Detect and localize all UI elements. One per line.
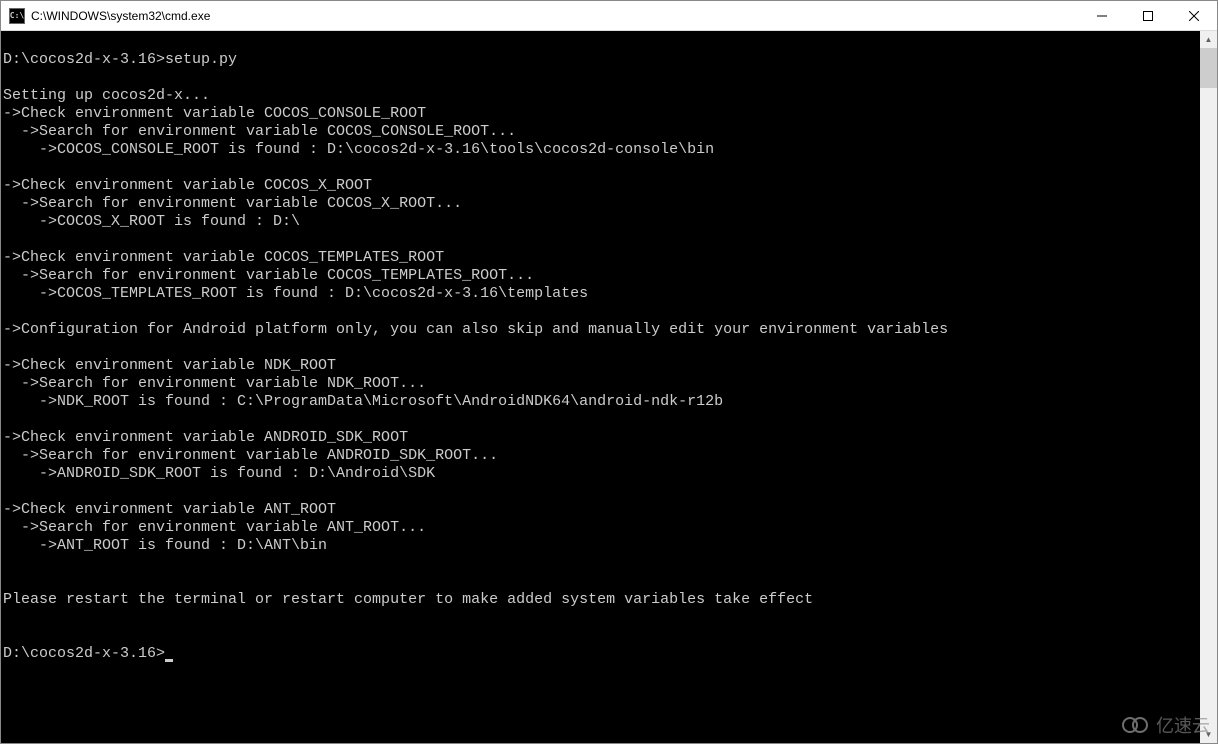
cursor-icon bbox=[165, 659, 173, 662]
terminal-line: ->Search for environment variable COCOS_… bbox=[3, 267, 1200, 285]
scroll-up-arrow[interactable]: ▲ bbox=[1200, 31, 1217, 48]
terminal-line: ->Check environment variable ANDROID_SDK… bbox=[3, 429, 1200, 447]
watermark-text: 亿速云 bbox=[1156, 712, 1210, 738]
watermark: 亿速云 bbox=[1122, 712, 1210, 738]
window-title: C:\WINDOWS\system32\cmd.exe bbox=[31, 9, 1079, 23]
terminal-line: ->ANDROID_SDK_ROOT is found : D:\Android… bbox=[3, 465, 1200, 483]
terminal-line bbox=[3, 555, 1200, 573]
terminal-line: ->Check environment variable COCOS_X_ROO… bbox=[3, 177, 1200, 195]
terminal-line bbox=[3, 303, 1200, 321]
terminal-line: ->Check environment variable ANT_ROOT bbox=[3, 501, 1200, 519]
vertical-scrollbar[interactable]: ▲ ▼ bbox=[1200, 31, 1217, 743]
terminal-line: Please restart the terminal or restart c… bbox=[3, 591, 1200, 609]
terminal-line: ->Search for environment variable COCOS_… bbox=[3, 123, 1200, 141]
terminal-line: ->Search for environment variable ANDROI… bbox=[3, 447, 1200, 465]
terminal-line bbox=[3, 69, 1200, 87]
terminal-line: Setting up cocos2d-x... bbox=[3, 87, 1200, 105]
terminal-line: ->ANT_ROOT is found : D:\ANT\bin bbox=[3, 537, 1200, 555]
terminal-line bbox=[3, 33, 1200, 51]
window-controls bbox=[1079, 1, 1217, 30]
prompt-text: D:\cocos2d-x-3.16> bbox=[3, 645, 165, 662]
terminal-line: ->COCOS_X_ROOT is found : D:\ bbox=[3, 213, 1200, 231]
terminal-line bbox=[3, 483, 1200, 501]
terminal-line bbox=[3, 627, 1200, 645]
terminal-line bbox=[3, 411, 1200, 429]
terminal-line: ->COCOS_CONSOLE_ROOT is found : D:\cocos… bbox=[3, 141, 1200, 159]
terminal-output[interactable]: D:\cocos2d-x-3.16>setup.py Setting up coc… bbox=[1, 31, 1200, 743]
terminal-line: ->Search for environment variable COCOS_… bbox=[3, 195, 1200, 213]
cmd-window: C:\ C:\WINDOWS\system32\cmd.exe D:\cocos… bbox=[0, 0, 1218, 744]
scroll-thumb[interactable] bbox=[1200, 48, 1217, 88]
terminal-line: ->Configuration for Android platform onl… bbox=[3, 321, 1200, 339]
terminal-area: D:\cocos2d-x-3.16>setup.py Setting up coc… bbox=[1, 31, 1217, 743]
terminal-line: ->Check environment variable COCOS_TEMPL… bbox=[3, 249, 1200, 267]
terminal-line: ->Check environment variable NDK_ROOT bbox=[3, 357, 1200, 375]
terminal-line: ->NDK_ROOT is found : C:\ProgramData\Mic… bbox=[3, 393, 1200, 411]
terminal-line: ->COCOS_TEMPLATES_ROOT is found : D:\coc… bbox=[3, 285, 1200, 303]
titlebar[interactable]: C:\ C:\WINDOWS\system32\cmd.exe bbox=[1, 1, 1217, 31]
app-icon: C:\ bbox=[9, 8, 25, 24]
terminal-line: ->Search for environment variable NDK_RO… bbox=[3, 375, 1200, 393]
terminal-prompt-line[interactable]: D:\cocos2d-x-3.16> bbox=[3, 645, 1200, 663]
terminal-line bbox=[3, 231, 1200, 249]
terminal-line bbox=[3, 339, 1200, 357]
minimize-button[interactable] bbox=[1079, 1, 1125, 30]
terminal-line: ->Search for environment variable ANT_RO… bbox=[3, 519, 1200, 537]
watermark-logo-icon bbox=[1122, 715, 1150, 735]
terminal-line bbox=[3, 573, 1200, 591]
terminal-line bbox=[3, 609, 1200, 627]
maximize-button[interactable] bbox=[1125, 1, 1171, 30]
terminal-line: D:\cocos2d-x-3.16>setup.py bbox=[3, 51, 1200, 69]
terminal-line: ->Check environment variable COCOS_CONSO… bbox=[3, 105, 1200, 123]
terminal-line bbox=[3, 159, 1200, 177]
close-button[interactable] bbox=[1171, 1, 1217, 30]
